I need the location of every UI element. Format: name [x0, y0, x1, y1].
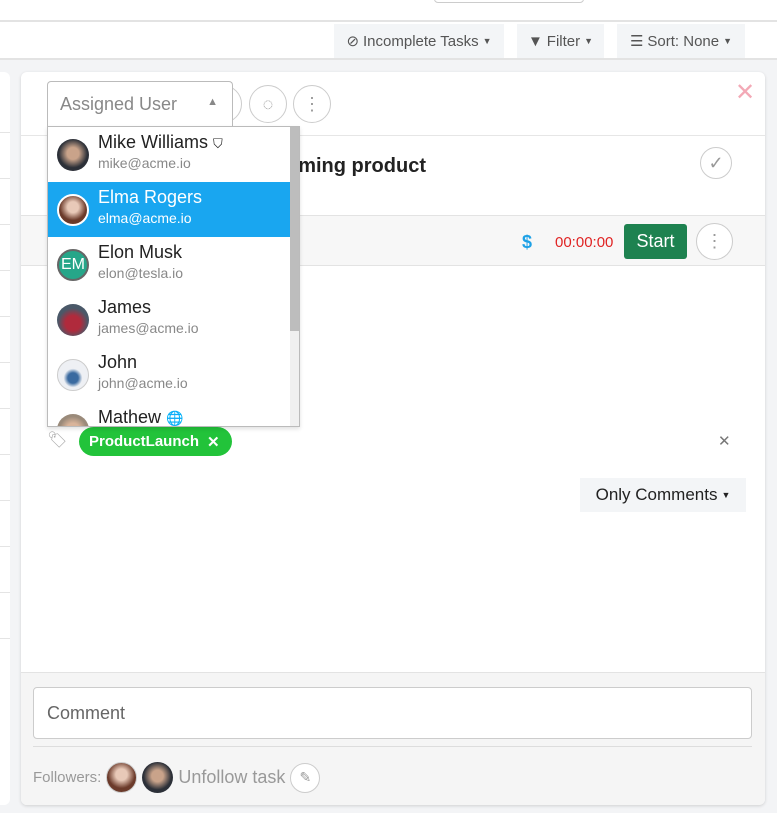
follower-avatar[interactable] — [106, 762, 138, 793]
caret-down-icon: ▼ — [482, 36, 492, 46]
billable-icon[interactable]: $ — [522, 232, 532, 253]
filter-label: Filter — [546, 32, 581, 50]
task-title[interactable]: oming product — [286, 155, 426, 178]
comment-input[interactable]: Comment — [33, 687, 752, 739]
comments-filter-dropdown[interactable]: Only Comments ▼ — [580, 478, 746, 512]
shield-icon: ⛉ — [213, 136, 223, 151]
user-name: Elma Rogers — [98, 187, 203, 207]
comments-filter-label: Only Comments — [595, 485, 718, 504]
check-circle-icon: ⊘ — [346, 33, 360, 50]
avatar — [57, 194, 89, 226]
user-name: James — [98, 297, 152, 317]
kebab-icon: ⋮ — [705, 231, 724, 251]
edit-followers-button[interactable]: ✎ — [290, 762, 321, 793]
toolbar: ⊘ Incomplete Tasks ▼ ▼ Filter ▼ ☰ Sort: None ▼ — [0, 22, 777, 60]
caret-down-icon: ▼ — [584, 36, 594, 46]
remove-tag-icon[interactable]: ✕ — [207, 433, 220, 451]
sliders-icon: ☰ — [629, 33, 644, 50]
followers-row: Followers: Unfollow task ✎ — [33, 762, 321, 793]
user-option[interactable]: James james@acme.io — [48, 292, 290, 347]
assigned-user-select[interactable]: Assigned User ▲ — [47, 81, 233, 127]
avatar — [57, 304, 89, 336]
close-icon[interactable]: ✕ — [735, 78, 755, 107]
user-email: john@acme.io — [98, 375, 188, 391]
unfollow-link[interactable]: Unfollow task — [178, 767, 285, 788]
clear-tags-icon[interactable]: ✕ — [718, 432, 731, 450]
sort-label: Sort: None — [647, 32, 720, 50]
select-placeholder: Assigned User — [60, 94, 178, 114]
kebab-icon: ⋮ — [303, 93, 321, 114]
timer-value: 00:00:00 — [555, 234, 614, 251]
user-name: John — [98, 352, 138, 372]
user-name: Mike Williams ⛉ — [98, 132, 223, 152]
sort-button[interactable]: ☰ Sort: None ▼ — [617, 24, 745, 58]
complete-button[interactable]: ✓ — [700, 147, 732, 179]
user-name: Elon Musk — [98, 242, 183, 262]
avatar-initials: EM — [57, 249, 89, 281]
spinner-icon: ◌ — [262, 93, 274, 114]
scrollbar-thumb[interactable] — [290, 127, 299, 331]
timer-options-button[interactable]: ⋮ — [696, 223, 733, 260]
top-bar — [0, 0, 777, 22]
tag-icon: 🏷 — [47, 432, 68, 449]
globe-icon: 🌐 — [166, 410, 184, 426]
incomplete-label: Incomplete Tasks — [363, 32, 479, 50]
filter-icon: ▼ — [527, 32, 543, 50]
task-list-panel — [0, 72, 10, 805]
user-option[interactable]: Mike Williams ⛉ mike@acme.io — [48, 127, 290, 182]
user-email: james@acme.io — [98, 320, 199, 336]
tag-label: ProductLaunch — [89, 433, 200, 450]
scrollbar[interactable] — [290, 127, 299, 426]
avatar — [57, 139, 89, 171]
pencil-icon: ✎ — [299, 769, 312, 785]
filter-button[interactable]: ▼ Filter ▼ — [517, 24, 604, 58]
more-options-button[interactable]: ⋮ — [293, 85, 331, 123]
user-email: elma@acme.io — [98, 210, 192, 226]
user-option[interactable]: John john@acme.io — [48, 347, 290, 402]
search-box[interactable] — [434, 0, 584, 3]
footer: Comment Followers: Unfollow task ✎ — [21, 672, 765, 805]
follower-avatar[interactable] — [142, 762, 174, 793]
caret-down-icon: ▼ — [723, 36, 733, 46]
caret-down-icon: ▼ — [721, 490, 731, 500]
tag-chip[interactable]: ProductLaunch ✕ — [79, 427, 232, 456]
caret-up-icon: ▲ — [207, 96, 218, 108]
due-date-button[interactable]: ◌ — [249, 85, 287, 123]
avatar — [57, 414, 89, 426]
divider — [33, 746, 752, 747]
avatar — [57, 359, 89, 391]
user-email: mike@acme.io — [98, 155, 191, 171]
user-email: elon@tesla.io — [98, 265, 184, 281]
start-button[interactable]: Start — [624, 224, 687, 259]
user-name: Mathew 🌐 — [98, 407, 184, 427]
check-icon: ✓ — [708, 152, 724, 173]
assigned-user-options: Mike Williams ⛉ mike@acme.io Elma Rogers e… — [47, 126, 300, 427]
user-option[interactable]: EM Elon Musk elon@tesla.io — [48, 237, 290, 292]
followers-label: Followers: — [33, 769, 102, 786]
user-option-selected[interactable]: Elma Rogers elma@acme.io — [48, 182, 290, 237]
user-option[interactable]: Mathew 🌐 — [48, 402, 290, 427]
incomplete-tasks-button[interactable]: ⊘ Incomplete Tasks ▼ — [334, 24, 504, 58]
